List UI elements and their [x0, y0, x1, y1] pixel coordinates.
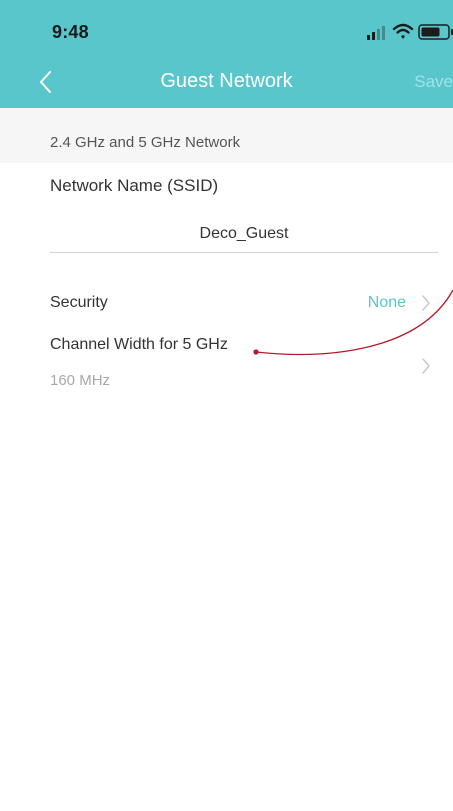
section-header-label: 2.4 GHz and 5 GHz Network [50, 134, 241, 151]
chevron-right-icon [422, 295, 430, 311]
chevron-right-icon [422, 358, 430, 374]
page-title: Guest Network [160, 70, 293, 92]
status-time: 9:48 [52, 22, 89, 42]
battery-icon [418, 24, 453, 40]
section-header: 2.4 GHz and 5 GHz Network [0, 108, 453, 163]
status-icons [363, 22, 453, 42]
settings-content: 2.4 GHz and 5 GHz Network Network Name (… [0, 108, 453, 811]
ssid-input[interactable] [50, 216, 438, 253]
security-label: Security [50, 294, 108, 311]
channel-width-value: 160 MHz [50, 372, 111, 389]
security-row[interactable]: Security None [0, 280, 453, 324]
save-button[interactable]: Save [414, 72, 453, 92]
channel-width-row[interactable]: Channel Width for 5 GHz 160 MHz [0, 324, 453, 394]
wifi-icon [392, 23, 414, 39]
channel-width-label: Channel Width for 5 GHz [50, 336, 228, 353]
ssid-label: Network Name (SSID) [50, 176, 219, 195]
signal-icon [367, 26, 385, 40]
security-value: None [367, 294, 406, 311]
navigation-header: 9:48 Guest Network Save [0, 0, 453, 108]
